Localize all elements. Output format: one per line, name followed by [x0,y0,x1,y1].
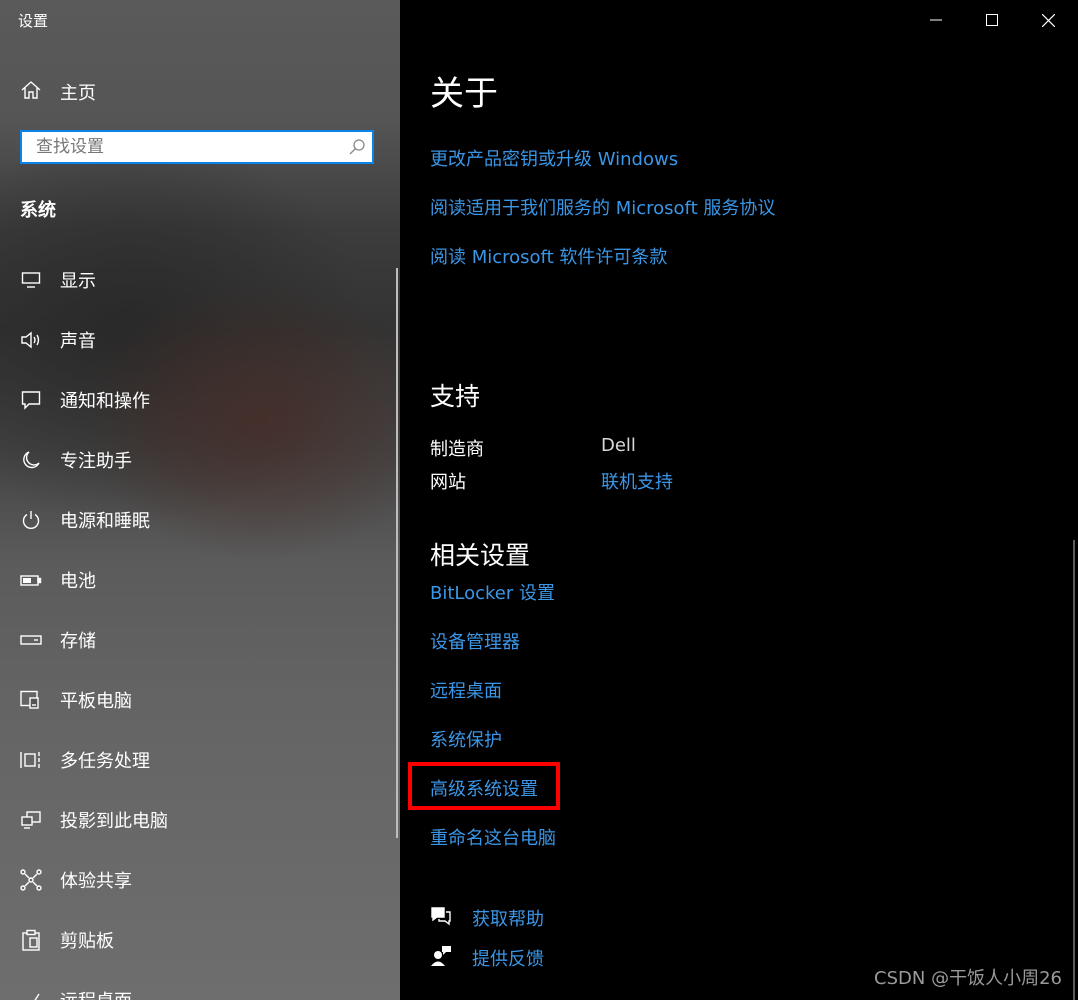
window-title: 设置 [18,12,49,30]
link-device-manager[interactable]: 设备管理器 [430,628,520,654]
manufacturer-label: 制造商 [430,439,484,460]
sidebar-item-label: 存储 [60,631,96,652]
sidebar-item-label: 显示 [60,271,96,292]
give-feedback-label: 提供反馈 [472,949,544,970]
link-microsoft-services-agreement[interactable]: 阅读适用于我们服务的 Microsoft 服务协议 [430,194,775,220]
link-software-license-terms[interactable]: 阅读 Microsoft 软件许可条款 [430,243,667,269]
sidebar-item-label: 剪贴板 [60,931,114,952]
page-title: 关于 [430,74,498,114]
sidebar-item-storage[interactable]: 存储 [0,610,400,670]
sidebar-item-label: 投影到此电脑 [60,811,168,832]
sidebar-nav: 显示 声音 通知和操作 专注助手 电源和睡眠 电池 存储 平板电脑 多任务处理 … [0,250,400,1000]
speaker-icon [20,329,42,351]
minimize-button[interactable] [908,0,964,40]
give-feedback-link[interactable]: 提供反馈 [430,944,544,972]
close-icon [1041,13,1055,27]
main-content: 关于 更改产品密钥或升级 Windows 阅读适用于我们服务的 Microsof… [400,0,1078,1000]
sidebar-item-label: 电池 [60,571,96,592]
sidebar-item-label: 多任务处理 [60,751,150,772]
sidebar-item-battery[interactable]: 电池 [0,550,400,610]
feedback-icon [430,945,452,971]
home-icon [20,79,42,105]
sidebar-scrollbar[interactable] [396,268,398,838]
sidebar-item-label: 平板电脑 [60,691,132,712]
moon-icon [20,449,42,471]
sidebar-item-multitasking[interactable]: 多任务处理 [0,730,400,790]
support-heading: 支持 [430,382,481,411]
notification-icon [20,389,42,411]
sidebar-item-focus-assist[interactable]: 专注助手 [0,430,400,490]
get-help-link[interactable]: 获取帮助 [430,904,544,932]
remote-desktop-icon [20,989,42,1000]
sidebar-item-projection[interactable]: 投影到此电脑 [0,790,400,850]
link-rename-pc[interactable]: 重命名这台电脑 [430,824,556,850]
link-change-product-key[interactable]: 更改产品密钥或升级 Windows [430,145,678,171]
multitasking-icon [20,749,42,771]
sidebar-item-label: 专注助手 [60,451,132,472]
link-system-protection[interactable]: 系统保护 [430,726,502,752]
content-scrollbar[interactable] [1073,540,1075,1000]
sidebar-item-label: 电源和睡眠 [60,511,150,532]
close-button[interactable] [1020,0,1076,40]
projection-icon [20,809,42,831]
maximize-button[interactable] [964,0,1020,40]
shared-experiences-icon [20,869,42,891]
monitor-icon [20,269,42,291]
watermark: CSDN @干饭人小周26 [874,968,1062,989]
sidebar-item-sound[interactable]: 声音 [0,310,400,370]
manufacturer-value: Dell [601,435,636,456]
sidebar-item-clipboard[interactable]: 剪贴板 [0,910,400,970]
sidebar-item-remote-desktop[interactable]: 远程桌面 [0,970,400,1000]
section-title-system: 系统 [20,200,56,221]
search-icon[interactable] [342,132,372,162]
sidebar-item-power-sleep[interactable]: 电源和睡眠 [0,490,400,550]
clipboard-icon [20,929,42,951]
maximize-icon [986,14,998,26]
storage-icon [20,629,42,651]
sidebar-item-label: 体验共享 [60,871,132,892]
sidebar-item-tablet[interactable]: 平板电脑 [0,670,400,730]
online-support-link[interactable]: 联机支持 [601,468,673,494]
website-label: 网站 [430,472,466,493]
link-remote-desktop[interactable]: 远程桌面 [430,677,502,703]
home-label: 主页 [60,83,96,104]
search-input[interactable] [22,132,342,162]
get-help-label: 获取帮助 [472,909,544,930]
highlight-box [408,762,560,810]
home-nav-item[interactable]: 主页 [20,78,96,106]
power-icon [20,509,42,531]
sidebar-item-label: 通知和操作 [60,391,150,412]
sidebar-item-notifications[interactable]: 通知和操作 [0,370,400,430]
tablet-icon [20,689,42,711]
sidebar-item-shared-experiences[interactable]: 体验共享 [0,850,400,910]
minimize-icon [930,19,942,21]
search-box[interactable] [20,130,374,164]
sidebar-item-label: 声音 [60,331,96,352]
sidebar-item-label: 远程桌面 [60,987,132,1000]
link-bitlocker-settings[interactable]: BitLocker 设置 [430,579,555,605]
related-settings-heading: 相关设置 [430,541,531,570]
battery-icon [20,569,42,591]
chat-help-icon [430,905,452,931]
sidebar-item-display[interactable]: 显示 [0,250,400,310]
sidebar: 设置 主页 系统 显示 声音 [0,0,400,1000]
